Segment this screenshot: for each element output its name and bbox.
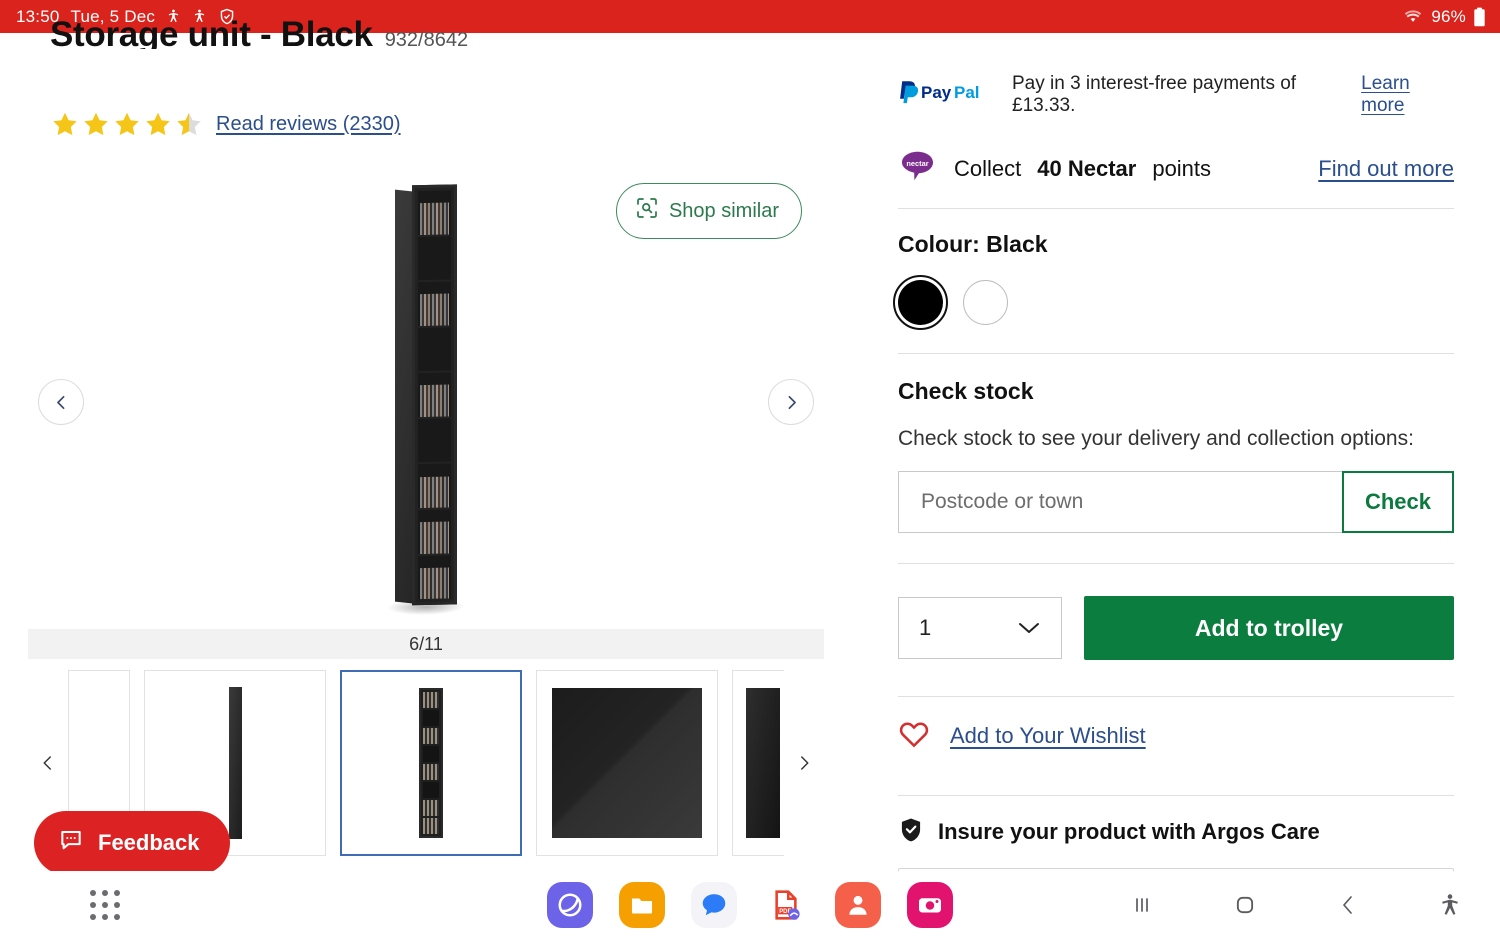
chevron-down-icon — [1017, 615, 1041, 641]
svg-text:nectar: nectar — [906, 159, 928, 168]
app-drawer-icon — [90, 889, 120, 920]
divider — [898, 208, 1454, 209]
thumbnail-item[interactable] — [732, 670, 784, 856]
battery-percent: 96% — [1431, 6, 1466, 26]
samsung-internet-icon[interactable] — [547, 881, 593, 928]
postcode-form: Check — [898, 471, 1454, 533]
add-to-trolley-button[interactable]: Add to trolley — [1084, 596, 1454, 660]
home-button[interactable] — [1232, 892, 1258, 918]
svg-text:Pay: Pay — [921, 83, 952, 102]
camera-icon[interactable] — [907, 881, 953, 928]
my-files-icon[interactable] — [619, 881, 665, 928]
android-nav-bar — [1130, 892, 1462, 918]
page-content: Storage unit - Black 932/8642 Read revie… — [0, 15, 1500, 938]
heart-icon — [898, 719, 930, 753]
paypal-learn-more-link[interactable]: Learn more — [1361, 73, 1454, 117]
battery-icon — [1473, 7, 1486, 27]
wifi-icon — [1402, 8, 1424, 26]
recents-button[interactable] — [1130, 893, 1154, 917]
quantity-select[interactable]: 1 — [898, 597, 1062, 659]
accessibility-button[interactable] — [1438, 892, 1462, 918]
quantity-value: 1 — [919, 615, 932, 640]
star-icon — [84, 112, 108, 136]
check-stock-description: Check stock to see your delivery and col… — [898, 427, 1414, 450]
status-bar-right: 96% — [1402, 7, 1486, 27]
back-button[interactable] — [1336, 893, 1360, 917]
nectar-text-before: Collect — [954, 156, 1022, 181]
star-half-icon — [177, 112, 201, 136]
wishlist-row[interactable]: Add to Your Wishlist — [898, 697, 1454, 775]
purchase-row: 1 Add to trolley — [898, 596, 1454, 660]
colour-swatch-black[interactable] — [893, 275, 948, 330]
contacts-icon[interactable] — [835, 881, 881, 928]
feedback-label: Feedback — [98, 830, 200, 855]
argos-care-heading: Insure your product with Argos Care — [938, 819, 1320, 844]
paypal-logo-icon: Pay Pal — [898, 79, 1000, 111]
divider — [898, 795, 1454, 796]
product-title-row: Storage unit - Black 932/8642 — [50, 15, 468, 49]
read-reviews-link[interactable]: Read reviews (2330) — [216, 113, 401, 136]
shield-check-icon — [898, 816, 924, 848]
colour-swatches — [893, 275, 1454, 330]
taskbar-apps: PDF — [547, 881, 953, 928]
rating-row: Read reviews (2330) — [52, 111, 401, 137]
nectar-left: nectar Collect 40 Nectar points — [898, 150, 1211, 188]
paypal-promo: Pay Pal Pay in 3 interest-free payments … — [898, 73, 1454, 117]
messages-icon[interactable] — [691, 881, 737, 928]
thumbnail-next-button[interactable] — [784, 665, 824, 861]
device-screen: 13:50 Tue, 5 Dec 96% Storage unit - Blac… — [0, 0, 1500, 938]
nectar-logo-icon: nectar — [898, 150, 938, 188]
image-counter: 6/11 — [28, 629, 824, 659]
visual-search-icon — [635, 196, 659, 226]
divider — [898, 563, 1454, 564]
postcode-input[interactable] — [898, 471, 1342, 533]
shop-similar-button[interactable]: Shop similar — [615, 183, 802, 239]
carousel-next-button[interactable] — [768, 379, 814, 425]
star-icon — [53, 112, 77, 136]
add-to-wishlist-link[interactable]: Add to Your Wishlist — [950, 723, 1146, 749]
colour-label: Colour: Black — [898, 231, 1048, 257]
hero-image-carousel: Shop similar — [28, 161, 824, 629]
speech-bubble-icon — [58, 827, 84, 859]
thumbnail-item-selected[interactable] — [340, 670, 522, 856]
shop-similar-label: Shop similar — [668, 199, 779, 222]
check-stock-button[interactable]: Check — [1342, 471, 1454, 533]
taskbar: PDF — [0, 871, 1500, 938]
star-icon — [115, 112, 139, 136]
paypal-text: Pay in 3 interest-free payments of £13.3… — [1012, 73, 1297, 116]
pdf-reader-icon[interactable]: PDF — [763, 882, 809, 928]
nectar-text-after: points — [1152, 156, 1212, 181]
star-rating — [52, 111, 202, 137]
page-title: Storage unit - Black — [50, 15, 373, 49]
feedback-button[interactable]: Feedback — [34, 811, 230, 875]
colour-swatch-white[interactable] — [963, 280, 1008, 325]
nectar-points: 40 Nectar — [1037, 156, 1137, 181]
product-sku: 932/8642 — [384, 29, 469, 49]
nectar-find-out-more-link[interactable]: Find out more — [1318, 156, 1454, 182]
thumbnail-item[interactable] — [536, 670, 718, 856]
divider — [898, 353, 1454, 354]
nectar-promo: nectar Collect 40 Nectar points Find out… — [898, 150, 1454, 188]
argos-care-heading-row: Insure your product with Argos Care — [898, 816, 1454, 848]
buy-box-column: Pay Pal Pay in 3 interest-free payments … — [872, 33, 1500, 938]
carousel-prev-button[interactable] — [38, 379, 84, 425]
gallery-column: Storage unit - Black 932/8642 Read revie… — [0, 15, 872, 875]
star-icon — [146, 112, 170, 136]
svg-text:Pal: Pal — [954, 83, 980, 102]
app-drawer-button[interactable] — [90, 889, 120, 920]
check-stock-heading: Check stock — [898, 378, 1034, 404]
image-counter-label: 6/11 — [409, 633, 443, 654]
storage-unit-illustration — [387, 184, 465, 616]
